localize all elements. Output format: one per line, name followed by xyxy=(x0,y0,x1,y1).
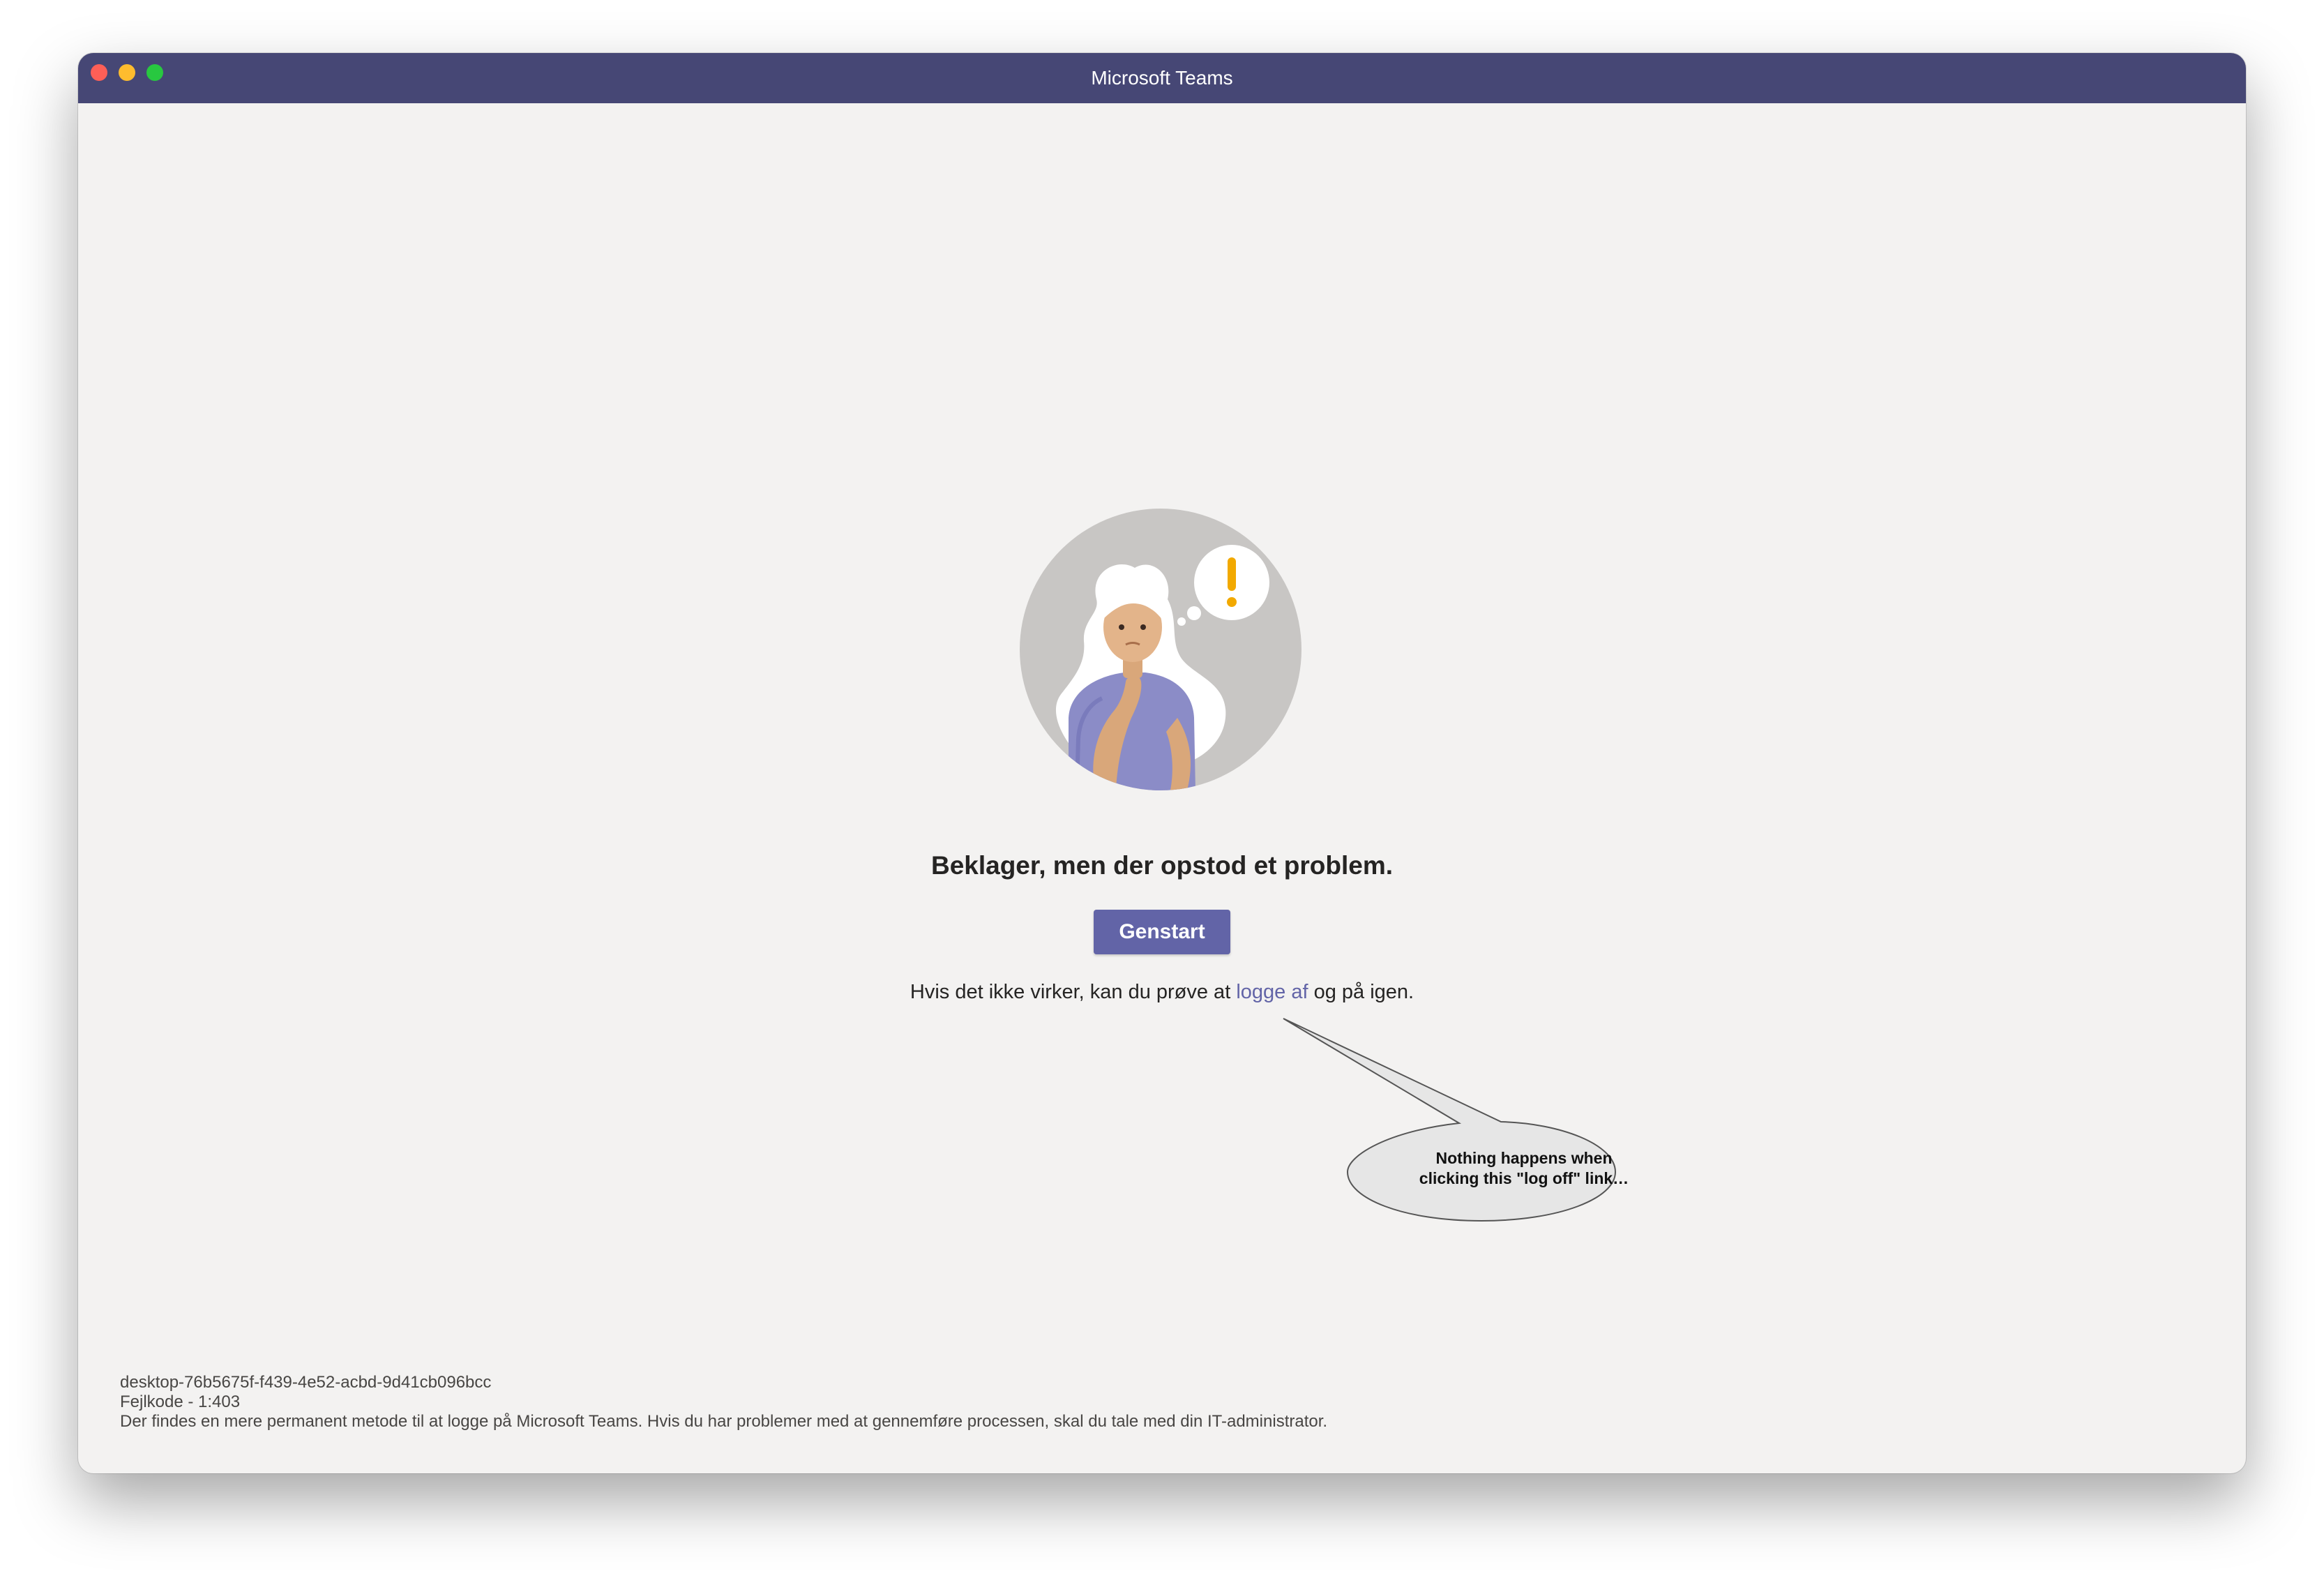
log-off-link[interactable]: logge af xyxy=(1236,981,1308,1003)
retry-hint: Hvis det ikke virker, kan du prøve at lo… xyxy=(78,978,2246,1006)
title-bar[interactable]: Microsoft Teams xyxy=(78,53,2246,103)
thought-bubble-dot xyxy=(1187,606,1201,620)
hint-text-after: og på igen. xyxy=(1308,981,1414,1003)
diagnostic-footer: desktop-76b5675f-f439-4e52-acbd-9d41cb09… xyxy=(120,1373,1327,1432)
right-eye xyxy=(1140,624,1146,630)
error-heading: Beklager, men der opstod et problem. xyxy=(930,851,1394,880)
window-title: Microsoft Teams xyxy=(1091,67,1233,89)
admin-message: Der findes en mere permanent metode til … xyxy=(120,1412,1328,1431)
teams-window: Microsoft Teams Beklager, men der opstod… xyxy=(78,53,2246,1473)
exclamation-icon xyxy=(1228,557,1236,591)
annotation-line-1: Nothing happens when xyxy=(1435,1149,1613,1167)
annotation-line-2: clicking this "log off" link… xyxy=(1419,1169,1629,1187)
left-eye xyxy=(1119,624,1124,630)
error-code: Fejlkode - 1:403 xyxy=(120,1392,241,1411)
annotation-text: Nothing happens when clicking this "log … xyxy=(1388,1148,1660,1189)
hint-text-before: Hvis det ikke virker, kan du prøve at xyxy=(910,981,1237,1003)
session-id: desktop-76b5675f-f439-4e52-acbd-9d41cb09… xyxy=(120,1373,492,1392)
speech-bubble xyxy=(1283,1018,1617,1222)
error-illustration xyxy=(1020,509,1301,790)
restart-button[interactable]: Genstart xyxy=(1094,910,1230,954)
